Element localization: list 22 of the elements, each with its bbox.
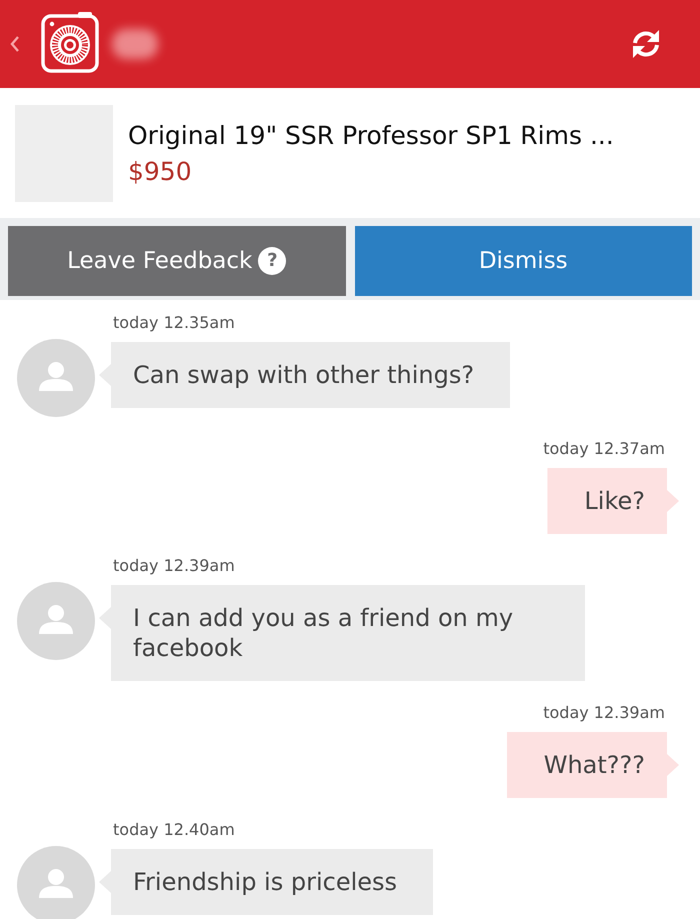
back-icon[interactable]: [10, 36, 20, 52]
dismiss-button[interactable]: Dismiss: [354, 226, 692, 296]
avatar-icon[interactable]: [17, 582, 95, 660]
message-time: today 12.39am: [113, 555, 235, 577]
refresh-icon[interactable]: [630, 28, 662, 60]
avatar-icon[interactable]: [17, 846, 95, 919]
camera-logo-icon: [40, 11, 100, 73]
message-bubble: I can add you as a friend on my facebook: [99, 585, 585, 681]
listing-price: $950: [128, 156, 192, 188]
message-bubble: Can swap with other things?: [99, 342, 510, 408]
message-bubble: Friendship is priceless: [99, 849, 434, 915]
listing-title[interactable]: Original 19" SSR Professor SP1 Rims ...: [128, 118, 614, 154]
message-bubble: Like?: [547, 468, 679, 534]
message-bubble: What???: [506, 732, 679, 798]
message-time: today 12.37am: [543, 438, 665, 460]
help-icon[interactable]: ?: [258, 247, 286, 275]
blurred-name: [112, 29, 158, 59]
message-time: today 12.39am: [543, 702, 665, 724]
message-time: today 12.35am: [113, 312, 235, 334]
feedback-button[interactable]: Leave Feedback ?: [8, 226, 346, 296]
message-time: today 12.40am: [113, 819, 235, 841]
avatar-icon[interactable]: [17, 339, 95, 417]
